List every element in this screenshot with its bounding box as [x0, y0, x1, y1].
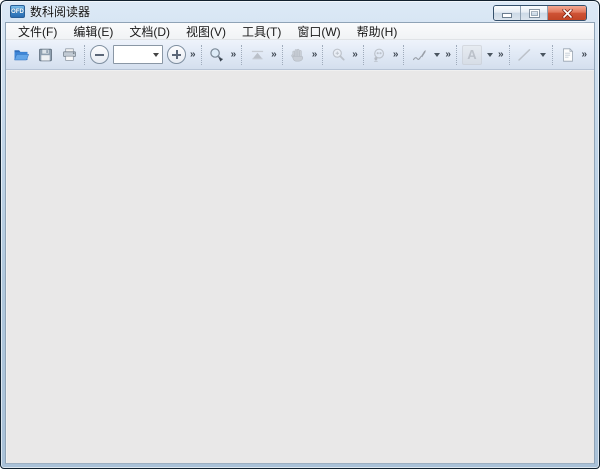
zoom-out-icon — [95, 53, 104, 56]
zoom-select-overflow-button[interactable]: » — [229, 43, 239, 67]
toolbar-group-read-mode: » — [367, 40, 401, 69]
menu-window[interactable]: 窗口(W) — [289, 23, 348, 39]
signature-overflow-button[interactable]: » — [443, 43, 453, 67]
app-window: OFD 数科阅读器 文件(F) 编辑(E) 文档(D) 视图(V) 工具(T) … — [0, 0, 600, 469]
print-icon — [62, 47, 76, 61]
hand-overflow-button[interactable]: » — [310, 43, 320, 67]
line-dropdown-icon[interactable] — [539, 52, 546, 57]
toolbar-separator — [200, 44, 202, 65]
zoom-out-button[interactable] — [90, 45, 109, 64]
note-annotation-button[interactable] — [556, 43, 580, 67]
zoom-overflow-button[interactable]: » — [188, 43, 198, 67]
window-controls — [493, 5, 587, 21]
toolbar-group-line — [513, 40, 549, 69]
toolbar-group-zoom: » — [88, 40, 198, 69]
toolbar-group-note: » — [556, 40, 590, 69]
toolbar-separator — [84, 44, 85, 65]
toolbar-group-text: A » — [460, 40, 506, 69]
line-annotation-button[interactable] — [513, 43, 537, 67]
text-annotation-button[interactable]: A — [460, 43, 484, 67]
toolbar-group-file — [9, 40, 81, 69]
toolbar-separator — [322, 44, 324, 65]
zoom-level-combobox[interactable] — [113, 45, 163, 64]
close-button[interactable] — [548, 6, 586, 20]
toolbar-separator — [508, 44, 510, 65]
minimize-button[interactable] — [494, 6, 521, 20]
window-title: 数科阅读器 — [30, 5, 91, 19]
fit-overflow-button[interactable]: » — [269, 43, 279, 67]
app-icon: OFD — [10, 5, 25, 18]
zoom-select-tool-button[interactable] — [205, 43, 229, 67]
toolbar-group-signature: » — [407, 40, 453, 69]
minimize-icon — [503, 13, 511, 17]
zoom-in-button[interactable] — [167, 45, 186, 64]
chevron-down-icon — [152, 52, 159, 57]
fit-page-button[interactable] — [245, 43, 269, 67]
toolbar-group-fit: » — [245, 40, 279, 69]
toolbar-separator — [403, 44, 405, 65]
marquee-zoom-button[interactable] — [326, 43, 350, 67]
toolbar-separator — [551, 44, 553, 65]
note-overflow-button[interactable]: » — [580, 43, 590, 67]
signature-pen-button[interactable] — [407, 43, 431, 67]
toolbar-separator — [455, 44, 457, 65]
app-body: 文件(F) 编辑(E) 文档(D) 视图(V) 工具(T) 窗口(W) 帮助(H… — [5, 22, 595, 464]
maximize-button[interactable] — [521, 6, 548, 20]
save-icon — [38, 48, 52, 61]
read-mode-icon — [374, 48, 385, 62]
text-dropdown-icon[interactable] — [486, 52, 493, 57]
toolbar-separator — [362, 44, 364, 65]
marquee-zoom-overflow-button[interactable]: » — [350, 43, 360, 67]
fit-page-icon — [251, 50, 263, 59]
toolbar-group-marquee-zoom: » — [326, 40, 360, 69]
read-mode-button[interactable] — [367, 43, 391, 67]
document-area — [6, 70, 594, 463]
signature-pen-icon — [412, 49, 426, 60]
line-annotation-icon — [518, 48, 531, 61]
open-file-button[interactable] — [9, 43, 33, 67]
menu-view[interactable]: 视图(V) — [178, 23, 234, 39]
toolbar-separator — [281, 44, 283, 65]
hand-pan-icon — [291, 48, 304, 61]
open-folder-icon — [14, 49, 30, 60]
toolbar-group-hand: » — [286, 40, 320, 69]
hand-pan-button[interactable] — [286, 43, 310, 67]
menu-document[interactable]: 文档(D) — [121, 23, 178, 39]
print-button[interactable] — [57, 43, 81, 67]
combobox-dropdown-button[interactable] — [149, 46, 162, 63]
zoom-select-icon — [210, 47, 224, 62]
toolbar-group-zoom-select: » — [205, 40, 239, 69]
text-overflow-button[interactable]: » — [496, 43, 506, 67]
toolbar-separator — [241, 44, 243, 65]
menu-tools[interactable]: 工具(T) — [234, 23, 289, 39]
close-icon — [561, 8, 573, 18]
menu-bar: 文件(F) 编辑(E) 文档(D) 视图(V) 工具(T) 窗口(W) 帮助(H… — [6, 23, 594, 40]
save-button[interactable] — [33, 43, 57, 67]
menu-file[interactable]: 文件(F) — [10, 23, 65, 39]
read-mode-overflow-button[interactable]: » — [391, 43, 401, 67]
menu-edit[interactable]: 编辑(E) — [65, 23, 121, 39]
maximize-icon — [529, 9, 539, 17]
zoom-level-input[interactable] — [114, 48, 149, 61]
text-annotation-icon: A — [461, 44, 482, 65]
signature-dropdown-icon[interactable] — [434, 52, 441, 57]
menu-help[interactable]: 帮助(H) — [349, 23, 406, 39]
toolbar: » » » » » » » A » » — [6, 40, 594, 70]
marquee-zoom-icon — [332, 48, 345, 60]
note-annotation-icon — [563, 47, 574, 62]
